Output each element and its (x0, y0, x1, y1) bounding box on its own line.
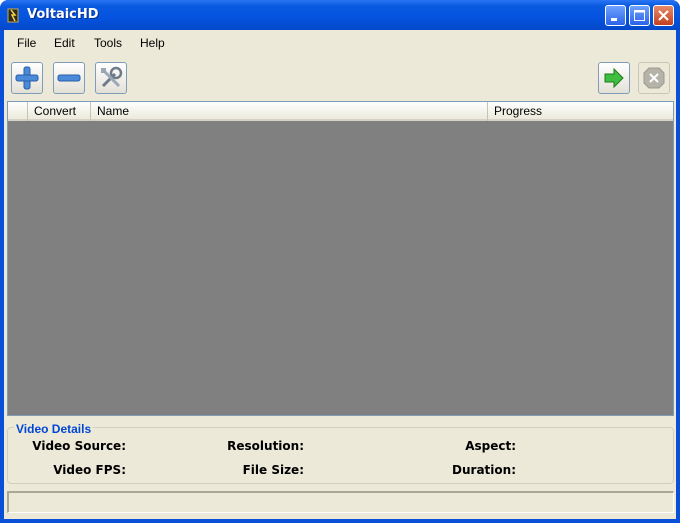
tools-button[interactable] (95, 62, 127, 94)
app-window: VoltaicHD File Edit Tools Help Convert N… (0, 0, 680, 523)
add-icon (15, 66, 39, 90)
remove-button[interactable] (53, 62, 85, 94)
close-button[interactable] (653, 5, 674, 26)
list-header: Convert Name Progress (8, 102, 673, 121)
menu-help[interactable]: Help (140, 36, 165, 50)
menu-tools[interactable]: Tools (94, 36, 122, 50)
menu-bar: File Edit Tools Help (4, 30, 676, 55)
video-details-title: Video Details (14, 422, 94, 436)
column-header-blank[interactable] (8, 102, 28, 121)
convert-button[interactable] (598, 62, 630, 94)
stop-icon (643, 67, 665, 89)
add-button[interactable] (11, 62, 43, 94)
menu-file[interactable]: File (17, 36, 36, 50)
status-bar (7, 491, 674, 513)
conversion-list[interactable]: Convert Name Progress (7, 101, 674, 416)
column-header-convert[interactable]: Convert (28, 102, 91, 121)
client-area: File Edit Tools Help Convert Name Progre… (4, 30, 676, 519)
column-header-name[interactable]: Name (91, 102, 488, 121)
title-bar[interactable]: VoltaicHD (0, 0, 680, 30)
maximize-icon (634, 10, 645, 21)
stop-button[interactable] (638, 62, 670, 94)
close-icon (658, 10, 669, 21)
resolution-label: Resolution: (227, 439, 304, 453)
file-size-label: File Size: (242, 463, 304, 477)
convert-arrow-icon (604, 67, 624, 89)
app-icon (7, 8, 19, 23)
duration-label: Duration: (452, 463, 516, 477)
video-source-label: Video Source: (32, 439, 126, 453)
window-title: VoltaicHD (27, 7, 99, 22)
tools-icon (101, 66, 123, 88)
remove-icon (57, 74, 81, 82)
aspect-label: Aspect: (465, 439, 516, 453)
column-header-progress[interactable]: Progress (488, 102, 673, 121)
maximize-button[interactable] (629, 5, 650, 26)
video-fps-label: Video FPS: (53, 463, 126, 477)
minimize-button[interactable] (605, 5, 626, 26)
menu-edit[interactable]: Edit (54, 36, 75, 50)
minimize-icon (611, 18, 617, 21)
